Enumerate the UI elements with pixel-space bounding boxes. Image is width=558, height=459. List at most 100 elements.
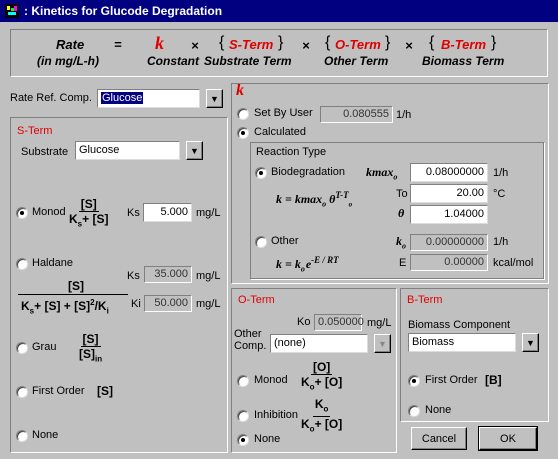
s-none-label: None: [32, 429, 59, 441]
title-bar[interactable]: : Kinetics for Glucode Degradation: [0, 0, 558, 22]
reaction-type-title: Reaction Type: [256, 146, 327, 158]
s-first-order-radio[interactable]: [16, 386, 28, 398]
o-inhibition-label: Inhibition: [254, 409, 299, 421]
b-none-label: None: [425, 404, 452, 416]
s-ks-unit: mg/L: [196, 207, 221, 219]
s-grau-radio[interactable]: [16, 342, 28, 354]
o-monod-radio[interactable]: [237, 375, 249, 387]
s-haldane-label: Haldane: [32, 257, 73, 269]
s-ks-input[interactable]: 5.000: [143, 203, 192, 222]
s-ks-label: Ks: [127, 207, 140, 219]
biomass-dropdown-button[interactable]: ▼: [522, 333, 539, 352]
kmax-input[interactable]: 0.08000000: [410, 163, 488, 182]
b-first-order-radio[interactable]: [408, 375, 420, 387]
lbrace-o: {: [325, 34, 331, 51]
to-label: To: [396, 188, 408, 200]
rate-ref-value: Glucose: [101, 92, 144, 104]
rate-ref-dropdown-button[interactable]: ▼: [206, 89, 223, 108]
substrate-select[interactable]: Glucose: [75, 141, 180, 160]
cancel-button[interactable]: Cancel: [411, 427, 467, 450]
substrate-value: Glucose: [79, 144, 120, 156]
rbrace-o: }: [385, 34, 391, 51]
s-haldane-ks-label: Ks: [127, 270, 140, 282]
lbrace-b: {: [429, 34, 435, 51]
s-grau-numerator: [S]: [80, 332, 101, 347]
o-none-label: None: [254, 433, 281, 445]
o-ko-label: Ko: [297, 316, 311, 328]
ko-unit: 1/h: [493, 236, 509, 248]
s-monod-radio[interactable]: [16, 207, 28, 219]
s-grau-formula: [S] [S]in: [79, 332, 102, 366]
substrate-dropdown-button[interactable]: ▼: [186, 141, 203, 160]
o-inhibition-formula: Ko Ko+ [O]: [301, 397, 342, 437]
o-none-radio[interactable]: [237, 434, 249, 446]
times-sign-3: ×: [405, 38, 413, 53]
other-comp-label-2: Comp.: [234, 340, 267, 352]
kmax-label: kmaxo: [366, 165, 398, 182]
s-haldane-fraction-line: [18, 294, 128, 295]
s-first-order-label: First Order: [32, 385, 85, 397]
kmax-unit: 1/h: [493, 167, 509, 179]
other-comp-select[interactable]: (none): [270, 334, 368, 353]
o-monod-formula: [O] Ko+ [O]: [301, 360, 342, 394]
arrow-down-icon: ▼: [210, 93, 219, 104]
s-haldane-denominator: Ks+ [S] + [S]2/Ki: [21, 298, 109, 316]
s-haldane-radio[interactable]: [16, 258, 28, 270]
rbrace-s: }: [278, 34, 284, 51]
other-comp-dropdown-button[interactable]: ▼: [374, 334, 391, 353]
equals-sign: =: [114, 37, 122, 52]
rbrace-b: }: [491, 34, 497, 51]
lbrace-s: {: [219, 34, 225, 51]
b-none-radio[interactable]: [408, 405, 420, 417]
s-monod-denominator: Ks+ [S]: [69, 212, 109, 229]
b-term-symbol: B-Term: [441, 37, 487, 52]
o-ko-unit: mg/L: [367, 317, 392, 329]
rt-other-radio[interactable]: [255, 236, 267, 248]
s-haldane-ki-unit: mg/L: [196, 298, 221, 310]
rt-biodegradation-radio[interactable]: [255, 167, 267, 179]
times-sign-1: ×: [191, 38, 199, 53]
rt-biodegradation-label: Biodegradation: [271, 166, 346, 178]
k-set-by-user-unit: 1/h: [396, 109, 412, 121]
to-unit: °C: [493, 188, 506, 200]
k-set-by-user-label: Set By User: [254, 107, 313, 119]
ko-label: ko: [396, 234, 406, 251]
s-none-radio[interactable]: [16, 430, 28, 442]
b-first-order-label: First Order: [425, 374, 478, 386]
arrow-down-icon: ▼: [378, 338, 387, 349]
k-label: Constant: [147, 54, 199, 68]
o-inhibition-radio[interactable]: [237, 410, 249, 422]
k-panel-title: k: [236, 82, 244, 99]
s-term-label: Substrate Term: [204, 54, 292, 68]
s-grau-denominator: [S]in: [79, 347, 103, 364]
ok-button[interactable]: OK: [478, 426, 538, 451]
rate-ref-label: Rate Ref. Comp.: [10, 92, 92, 104]
to-input[interactable]: 20.00: [410, 184, 488, 203]
biomass-component-label: Biomass Component: [408, 319, 511, 331]
biomass-component-value: Biomass: [412, 336, 455, 348]
other-formula: k = koe-E / RT: [276, 255, 339, 274]
rate-ref-select[interactable]: Glucose: [97, 89, 200, 108]
rate-units: (in mg/L-h): [37, 54, 99, 68]
s-monod-numerator: [S]: [78, 197, 99, 212]
s-haldane-ks-value: 35.000: [144, 266, 192, 283]
s-term-symbol: S-Term: [229, 37, 274, 52]
o-monod-label: Monod: [254, 374, 288, 386]
s-monod-formula: [S] Ks+ [S]: [69, 197, 108, 231]
theta-input[interactable]: 1.04000: [410, 205, 488, 224]
substrate-label: Substrate: [21, 146, 69, 158]
o-ko-value: 0.050000: [314, 314, 364, 331]
other-comp-label-1: Other: [234, 328, 262, 340]
rate-label: Rate: [56, 37, 85, 52]
window-title: : Kinetics for Glucode Degradation: [24, 4, 223, 18]
b-term-label: Biomass Term: [422, 54, 505, 68]
b-term-title: B-Term: [407, 294, 443, 306]
k-set-by-user-radio[interactable]: [237, 108, 249, 120]
o-monod-denominator: Ko+ [O]: [301, 375, 343, 392]
biomass-component-select[interactable]: Biomass: [408, 333, 516, 352]
o-inhibition-numerator: Ko: [312, 397, 331, 418]
o-inhibition-denominator: Ko+ [O]: [301, 417, 343, 434]
s-monod-label: Monod: [32, 206, 66, 218]
k-calculated-radio[interactable]: [237, 127, 249, 139]
k-set-by-user-value: 0.080555: [320, 106, 393, 123]
